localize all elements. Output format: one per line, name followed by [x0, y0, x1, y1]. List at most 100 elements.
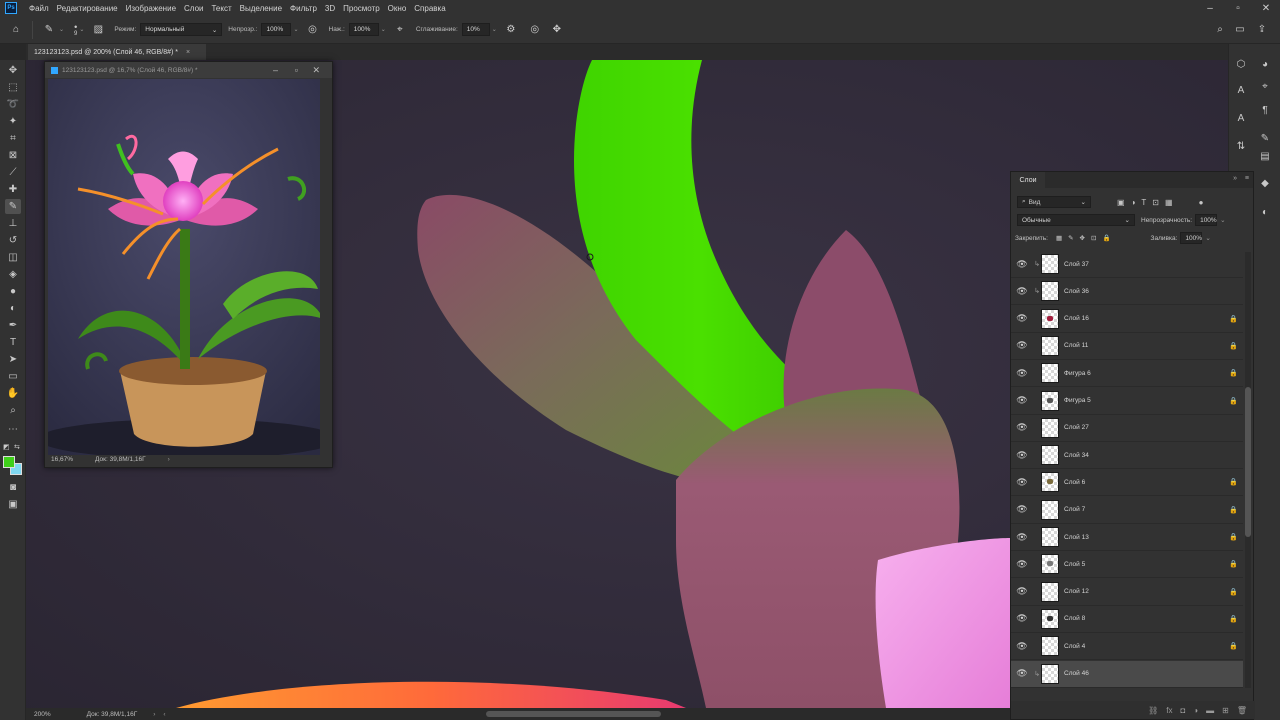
clone-stamp-tool-icon[interactable]: ⊥	[5, 216, 21, 231]
mode-select[interactable]: Нормальный ⌄	[140, 23, 223, 36]
brush-tool-preset-icon[interactable]: ✎	[41, 22, 57, 38]
visibility-eye-icon[interactable]: 👁	[1011, 477, 1033, 488]
layer-row[interactable]: 👁 Слой 4 🔒	[1011, 633, 1243, 661]
new-layer-icon[interactable]: ⊞	[1222, 706, 1229, 715]
chevron-down-icon[interactable]: ⌄	[79, 26, 84, 33]
adjust-icon[interactable]: ⇅	[1233, 138, 1249, 154]
layer-thumbnail[interactable]	[1041, 527, 1059, 547]
visibility-eye-icon[interactable]: 👁	[1011, 504, 1033, 515]
eraser-tool-icon[interactable]: ◫	[5, 250, 21, 265]
healing-brush-tool-icon[interactable]: ✚	[5, 182, 21, 197]
menu-image[interactable]: Изображение	[126, 4, 176, 13]
lasso-tool-icon[interactable]: ➰	[5, 97, 21, 112]
scroll-left-icon[interactable]: ‹	[163, 711, 165, 718]
layer-row[interactable]: 👁 Слой 5 🔒	[1011, 551, 1243, 579]
photoshop-logo-icon[interactable]: Ps	[5, 2, 17, 14]
layer-row[interactable]: 👁 ↳ Слой 37	[1011, 251, 1243, 278]
horizontal-scrollbar[interactable]	[486, 711, 661, 717]
chevron-down-icon[interactable]: ⌄	[293, 26, 298, 33]
menu-window[interactable]: Окно	[388, 4, 407, 13]
brush-size-picker[interactable]: • 9	[74, 22, 77, 37]
layer-thumbnail[interactable]	[1041, 363, 1059, 384]
menu-3d[interactable]: 3D	[325, 4, 335, 13]
layer-row[interactable]: 👁 Слой 34	[1011, 442, 1243, 470]
visibility-eye-icon[interactable]: 👁	[1011, 395, 1033, 406]
menu-layers[interactable]: Слои	[184, 4, 203, 13]
layer-thumbnail[interactable]	[1041, 499, 1059, 520]
chevron-down-icon[interactable]: ⌄	[381, 26, 386, 33]
filter-adjustment-icon[interactable]: ◑	[1131, 198, 1136, 207]
paint-bucket-tool-icon[interactable]: ◈	[5, 267, 21, 282]
layer-name[interactable]: Слой 13	[1064, 534, 1229, 541]
visibility-eye-icon[interactable]: 👁	[1011, 641, 1033, 652]
visibility-eye-icon[interactable]: 👁	[1011, 286, 1033, 297]
layer-name[interactable]: Слой 27	[1064, 424, 1229, 431]
new-adjustment-icon[interactable]: ◑	[1193, 706, 1198, 715]
visibility-eye-icon[interactable]: 👁	[1011, 368, 1033, 379]
close-icon[interactable]: ✕	[1252, 0, 1280, 16]
layer-name[interactable]: Фигура 6	[1064, 370, 1229, 377]
layer-name[interactable]: Слой 11	[1064, 342, 1229, 349]
menu-select[interactable]: Выделение	[240, 4, 282, 13]
document-tab[interactable]: 123123123.psd @ 200% (Слой 46, RGB/8#) *…	[28, 44, 206, 60]
layer-thumbnail[interactable]	[1041, 608, 1059, 629]
smoothing-field[interactable]: 10%	[461, 23, 490, 36]
airbrush-icon[interactable]: ⌖	[392, 22, 408, 38]
marquee-tool-icon[interactable]: ⬚	[5, 80, 21, 95]
menu-view[interactable]: Просмотр	[343, 4, 380, 13]
layer-name[interactable]: Слой 12	[1064, 588, 1229, 595]
collapse-icon[interactable]: »	[1233, 175, 1237, 182]
blur-tool-icon[interactable]: ●	[5, 284, 21, 299]
eyedropper-tool-icon[interactable]: ⟋	[5, 165, 21, 180]
chevron-down-icon[interactable]: ⌄	[59, 26, 64, 33]
layer-filter-select[interactable]: ⌕ Вид ⌄	[1017, 196, 1091, 208]
visibility-eye-icon[interactable]: 👁	[1011, 340, 1033, 351]
layer-thumbnail[interactable]	[1041, 335, 1059, 356]
menu-file[interactable]: Файл	[29, 4, 49, 13]
layer-thumbnail[interactable]	[1041, 390, 1059, 411]
magic-wand-tool-icon[interactable]: ✦	[5, 114, 21, 129]
visibility-eye-icon[interactable]: 👁	[1011, 668, 1033, 679]
layers-scrollbar-thumb[interactable]	[1245, 387, 1251, 537]
crop-tool-icon[interactable]: ⌗	[5, 131, 21, 146]
share-icon[interactable]: ⇪	[1254, 22, 1270, 38]
quick-mask-icon[interactable]: ◙	[5, 480, 21, 495]
layer-opacity-field[interactable]: 100%	[1195, 214, 1218, 226]
navigator-title-bar[interactable]: 123123123.psd @ 16,7% (Слой 46, RGB/8#) …	[45, 62, 332, 78]
chevron-down-icon[interactable]: ⌄	[492, 26, 497, 33]
fx-icon[interactable]: fx	[1166, 706, 1172, 715]
layers-panel-icon[interactable]: ◆	[1257, 175, 1273, 191]
lock-image-icon[interactable]: ✎	[1068, 234, 1073, 242]
paths-icon[interactable]: ⌖	[1257, 78, 1273, 94]
link-layers-icon[interactable]: ⛓	[1148, 706, 1158, 715]
minimize-icon[interactable]: –	[1196, 0, 1224, 16]
visibility-eye-icon[interactable]: 👁	[1011, 586, 1033, 597]
tab-layers[interactable]: Слои	[1011, 172, 1045, 188]
layer-row[interactable]: 👁 Фигура 6 🔒	[1011, 360, 1243, 388]
layer-row[interactable]: 👁 Слой 11 🔒	[1011, 333, 1243, 360]
swap-colors-icon[interactable]: ⇆	[14, 443, 20, 451]
swatches-icon[interactable]: ▤	[1257, 148, 1273, 164]
brush-settings-panel-icon[interactable]: ▨	[90, 22, 106, 38]
opacity-field[interactable]: 100%	[261, 23, 292, 36]
pressure-field[interactable]: 100%	[348, 23, 379, 36]
zoom-tool-icon[interactable]: ⌕	[5, 403, 21, 418]
layer-name[interactable]: Слой 16	[1064, 315, 1229, 322]
screen-mode-icon[interactable]: ▭	[1232, 22, 1248, 38]
blend-mode-select[interactable]: Обычные ⌄	[1017, 214, 1135, 226]
panel-menu-icon[interactable]: ≡	[1245, 175, 1249, 182]
brush-tool-icon[interactable]: ✎	[5, 199, 21, 214]
brush-settings-icon[interactable]: ✎	[1257, 130, 1273, 146]
layer-row[interactable]: 👁 Слой 16 🔒	[1011, 306, 1243, 333]
layer-name[interactable]: Слой 4	[1064, 643, 1229, 650]
layer-name[interactable]: Слой 7	[1064, 506, 1229, 513]
layer-row[interactable]: 👁 Слой 27	[1011, 415, 1243, 442]
pressure-opacity-icon[interactable]: ◎	[305, 22, 321, 38]
layer-name[interactable]: Слой 36	[1064, 288, 1229, 295]
frame-tool-icon[interactable]: ⊠	[5, 148, 21, 163]
filter-toggle-icon[interactable]: ●	[1199, 198, 1204, 207]
fill-field[interactable]: 100%	[1180, 232, 1203, 244]
filter-pixel-icon[interactable]: ▣	[1117, 198, 1125, 207]
type-tool-icon[interactable]: T	[5, 335, 21, 350]
path-selection-tool-icon[interactable]: ➤	[5, 352, 21, 367]
